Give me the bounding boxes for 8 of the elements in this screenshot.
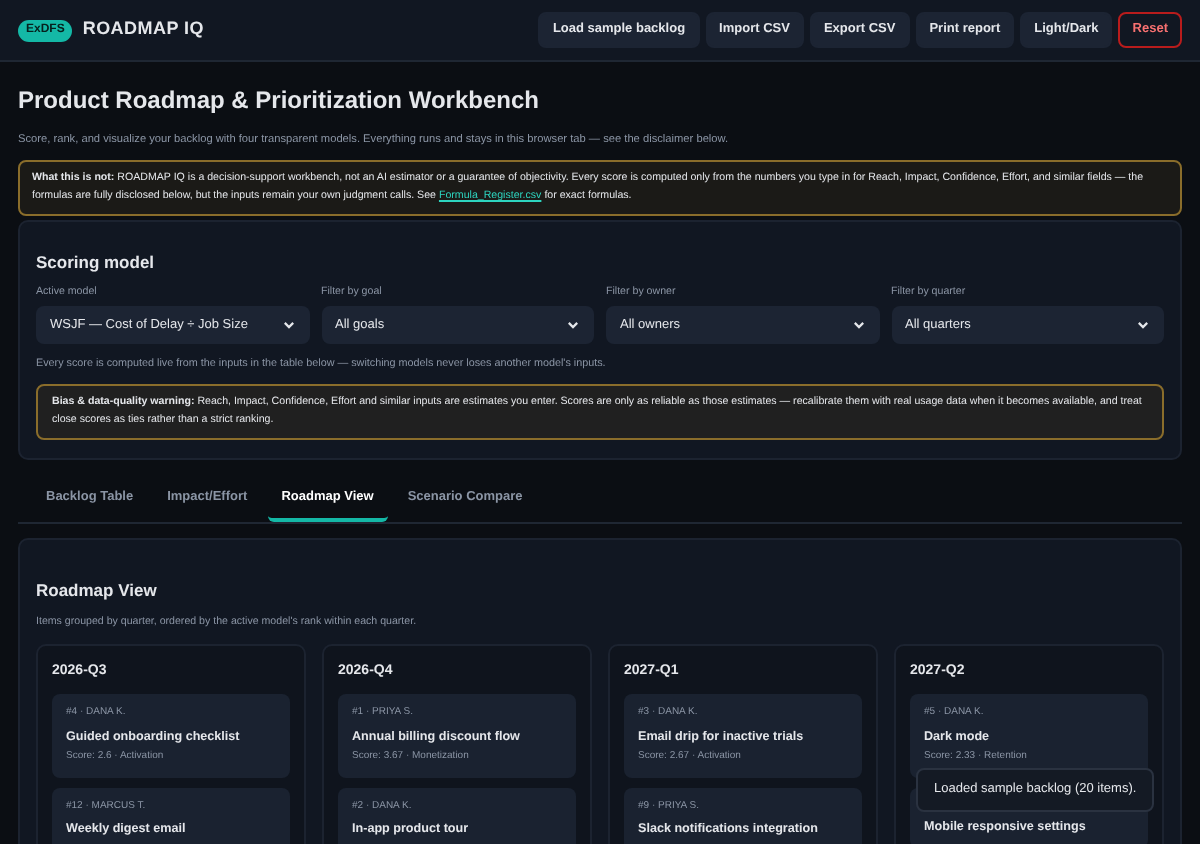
chevron-down-icon <box>1136 318 1150 333</box>
page-title: Product Roadmap & Prioritization Workbench <box>18 84 541 118</box>
section-title: Roadmap View <box>36 577 159 604</box>
section-title: Scoring model <box>36 250 157 277</box>
chevron-down-icon <box>851 318 865 333</box>
app-title: ROADMAP IQ <box>82 16 204 43</box>
chevron-down-icon <box>566 318 580 333</box>
chevron-down-icon <box>281 318 295 333</box>
